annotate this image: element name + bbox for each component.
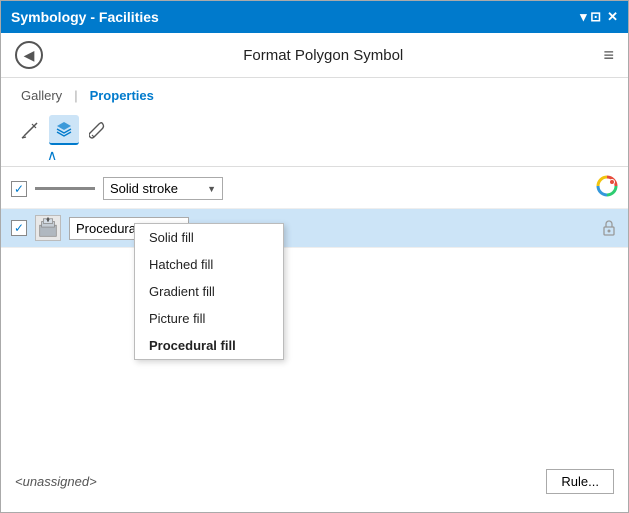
- fill-checkbox[interactable]: [11, 220, 27, 236]
- unassigned-label: <unassigned>: [15, 474, 97, 489]
- divider: [1, 166, 628, 167]
- chevron-row: ∧: [1, 145, 628, 164]
- stroke-checkbox[interactable]: [11, 181, 27, 197]
- nav-divider: |: [68, 88, 83, 103]
- stroke-dropdown-arrow: ▼: [207, 184, 216, 194]
- chevron-indicator: ∧: [47, 147, 57, 164]
- dropdown-item-gradient-fill[interactable]: Gradient fill: [135, 278, 283, 305]
- menu-icon[interactable]: ≡: [603, 45, 614, 66]
- stroke-type-label: Solid stroke: [110, 181, 178, 196]
- dropdown-item-picture-fill[interactable]: Picture fill: [135, 305, 283, 332]
- tab-layers[interactable]: [49, 115, 79, 145]
- dropdown-item-hatched-fill[interactable]: Hatched fill: [135, 251, 283, 278]
- properties-nav[interactable]: Properties: [84, 84, 160, 107]
- tab-pencil[interactable]: [15, 115, 45, 145]
- bottom-row: <unassigned> Rule...: [1, 461, 628, 502]
- fill-layer-thumb: [35, 215, 61, 241]
- lock-icon[interactable]: [600, 218, 618, 239]
- window-title: Symbology - Facilities: [11, 9, 159, 25]
- fill-row: Procedural fill ▼: [1, 209, 628, 248]
- main-window: Symbology - Facilities ▾ ⊡ ✕ ◀ Format Po…: [0, 0, 629, 513]
- tab-wrench[interactable]: [83, 115, 113, 145]
- dropdown-item-procedural-fill[interactable]: Procedural fill: [135, 332, 283, 359]
- dropdown-item-solid-fill[interactable]: Solid fill: [135, 224, 283, 251]
- back-button[interactable]: ◀: [15, 41, 43, 69]
- title-bar: Symbology - Facilities ▾ ⊡ ✕: [1, 1, 628, 33]
- colorwheel-icon[interactable]: [596, 175, 618, 202]
- title-bar-controls: ▾ ⊡ ✕: [580, 9, 618, 25]
- rule-button[interactable]: Rule...: [546, 469, 614, 494]
- rows-container: Solid stroke ▼: [1, 169, 628, 248]
- stroke-type-dropdown[interactable]: Solid stroke ▼: [103, 177, 223, 200]
- gallery-nav[interactable]: Gallery: [15, 84, 68, 107]
- back-arrow-icon: ◀: [24, 47, 35, 64]
- format-polygon-title: Format Polygon Symbol: [243, 47, 403, 64]
- tabs-bar: [1, 107, 628, 145]
- pin-button[interactable]: ▾ ⊡: [580, 9, 601, 25]
- content-area: Solid stroke ▼: [1, 169, 628, 512]
- fill-type-dropdown-popup: Solid fill Hatched fill Gradient fill Pi…: [134, 223, 284, 360]
- stroke-line-preview: [35, 187, 95, 190]
- nav-bar: Gallery | Properties: [1, 78, 628, 107]
- close-button[interactable]: ✕: [607, 9, 618, 25]
- stroke-row: Solid stroke ▼: [1, 169, 628, 209]
- header-bar: ◀ Format Polygon Symbol ≡: [1, 33, 628, 78]
